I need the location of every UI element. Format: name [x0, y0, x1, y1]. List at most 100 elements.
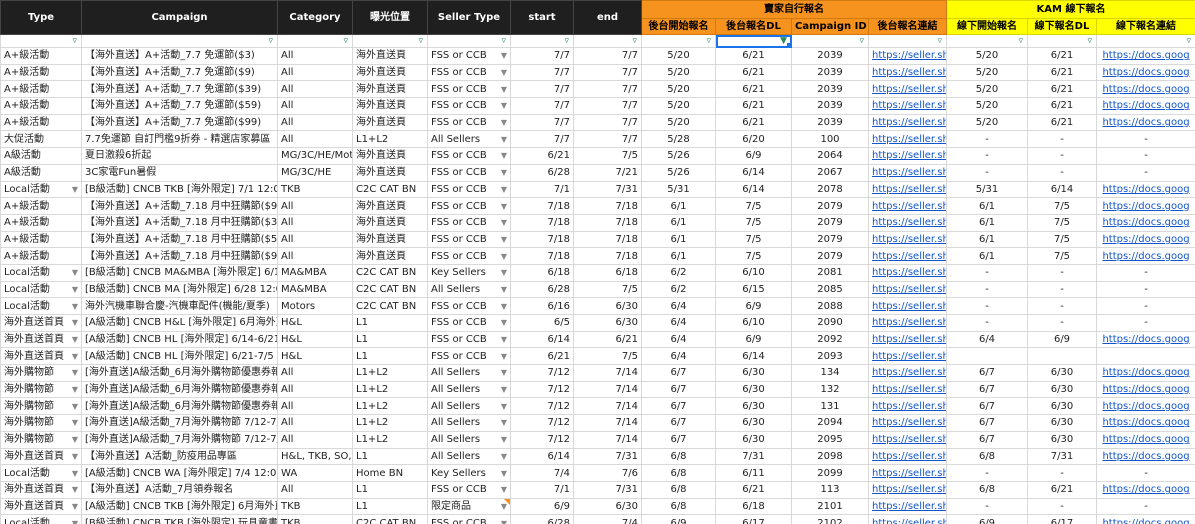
- cell-end[interactable]: 6/30: [573, 297, 642, 315]
- cell-kam-start[interactable]: 6/1: [946, 213, 1028, 232]
- cell-kam-start[interactable]: -: [946, 280, 1028, 299]
- chevron-down-icon[interactable]: ▼: [501, 299, 507, 314]
- cell-seller-link[interactable]: https://seller.sho: [868, 330, 947, 349]
- cell-campaign-id[interactable]: 2039: [791, 63, 869, 82]
- chevron-down-icon[interactable]: ▼: [72, 449, 78, 464]
- cell-seller-type[interactable]: FSS or CCB ▼: [427, 330, 511, 349]
- cell-kam-start[interactable]: -: [946, 263, 1028, 282]
- cell-campaign[interactable]: 夏日激殺6折起: [81, 147, 278, 165]
- chevron-down-icon[interactable]: ▼: [501, 182, 507, 197]
- chevron-down-icon[interactable]: ▼: [501, 315, 507, 330]
- cell-seller-type[interactable]: Key Sellers ▼: [427, 263, 511, 282]
- chevron-down-icon[interactable]: ▼: [72, 432, 78, 447]
- cell-seller-link[interactable]: https://seller.sho: [868, 113, 947, 132]
- cell-kam-start[interactable]: -: [946, 163, 1028, 182]
- cell-category[interactable]: All: [277, 247, 353, 265]
- cell-category[interactable]: MG/3C/HE: [277, 163, 353, 182]
- chevron-down-icon[interactable]: ▼: [501, 265, 507, 280]
- header-campaign-id[interactable]: Campaign ID: [791, 18, 869, 35]
- cell-kam-start[interactable]: 6/1: [946, 247, 1028, 265]
- cell-seller-type[interactable]: FSS or CCB ▼: [427, 480, 511, 499]
- cell-campaign-id[interactable]: 2090: [791, 314, 869, 332]
- cell-category[interactable]: All: [277, 47, 353, 65]
- cell-kam-link[interactable]: https://docs.goog: [1095, 430, 1195, 449]
- cell-kam-dl[interactable]: 6/17: [1027, 514, 1097, 524]
- cell-category[interactable]: Motors: [277, 297, 353, 315]
- cell-category[interactable]: TKB: [277, 180, 353, 199]
- chevron-down-icon[interactable]: ▼: [501, 516, 507, 524]
- header-kam-dl[interactable]: 線下報名DL: [1027, 18, 1097, 35]
- selection-handle[interactable]: [787, 43, 791, 47]
- cell-seller-dl[interactable]: 6/9: [715, 297, 792, 315]
- cell-start[interactable]: 7/12: [510, 414, 574, 432]
- header-kam-link[interactable]: 線下報名連結: [1095, 18, 1195, 35]
- cell-campaign-id[interactable]: 2095: [791, 430, 869, 449]
- cell-start[interactable]: 7/1: [510, 180, 574, 199]
- cell-seller-start[interactable]: 6/8: [641, 497, 716, 516]
- cell-end[interactable]: 7/18: [573, 213, 642, 232]
- cell-category[interactable]: H&L: [277, 330, 353, 349]
- cell-campaign[interactable]: [海外直送]A級活動_6月海外購物節優惠券報名: [81, 364, 278, 382]
- chevron-down-icon[interactable]: ▼: [501, 132, 507, 147]
- cell-type[interactable]: Local活動 ▼: [0, 464, 82, 482]
- cell-kam-dl[interactable]: 6/30: [1027, 430, 1097, 449]
- cell-seller-type[interactable]: FSS or CCB ▼: [427, 213, 511, 232]
- cell-seller-type[interactable]: FSS or CCB ▼: [427, 97, 511, 115]
- cell-seller-start[interactable]: 6/1: [641, 230, 716, 249]
- cell-seller-dl[interactable]: 6/30: [715, 414, 792, 432]
- cell-seller-link[interactable]: https://seller.sho: [868, 397, 947, 416]
- cell-end[interactable]: 7/31: [573, 180, 642, 199]
- cell-kam-link[interactable]: https://docs.goog: [1095, 213, 1195, 232]
- cell-kam-link[interactable]: https://docs.goog: [1095, 397, 1195, 416]
- cell-seller-type[interactable]: 限定商品 ▼: [427, 497, 511, 516]
- cell-end[interactable]: 7/5: [573, 280, 642, 299]
- cell-start[interactable]: 7/1: [510, 480, 574, 499]
- cell-seller-type[interactable]: FSS or CCB ▼: [427, 347, 511, 366]
- cell-kam-dl[interactable]: -: [1027, 297, 1097, 315]
- funnel-icon[interactable]: ▿: [1095, 34, 1195, 48]
- chevron-down-icon[interactable]: ▼: [501, 482, 507, 497]
- cell-campaign[interactable]: [海外直送]A級活動_7月海外購物節 7/12-7/14: [81, 414, 278, 432]
- cell-campaign[interactable]: [海外直送]A級活動_6月海外購物節優惠券報名: [81, 380, 278, 399]
- cell-kam-dl[interactable]: -: [1027, 147, 1097, 165]
- comment-marker-icon[interactable]: [504, 499, 510, 505]
- cell-campaign[interactable]: 3C家電Fun暑假: [81, 163, 278, 182]
- cell-end[interactable]: 7/5: [573, 147, 642, 165]
- cell-seller-dl[interactable]: 6/14: [715, 347, 792, 366]
- funnel-icon[interactable]: ▿: [868, 34, 947, 48]
- cell-start[interactable]: 7/7: [510, 113, 574, 132]
- cell-type[interactable]: Local活動 ▼: [0, 514, 82, 524]
- cell-kam-start[interactable]: 5/20: [946, 47, 1028, 65]
- cell-kam-link[interactable]: -: [1095, 130, 1195, 149]
- funnel-icon[interactable]: ▿: [1027, 34, 1097, 48]
- cell-start[interactable]: 7/12: [510, 380, 574, 399]
- chevron-down-icon[interactable]: ▼: [72, 182, 78, 197]
- cell-category[interactable]: H&L: [277, 314, 353, 332]
- cell-seller-type[interactable]: FSS or CCB ▼: [427, 163, 511, 182]
- cell-kam-dl[interactable]: 6/21: [1027, 113, 1097, 132]
- cell-seller-start[interactable]: 6/7: [641, 414, 716, 432]
- cell-exposure[interactable]: L1: [352, 447, 428, 466]
- cell-seller-type[interactable]: FSS or CCB ▼: [427, 180, 511, 199]
- cell-seller-dl[interactable]: 6/30: [715, 397, 792, 416]
- cell-end[interactable]: 7/7: [573, 130, 642, 149]
- cell-kam-start[interactable]: 6/7: [946, 414, 1028, 432]
- cell-end[interactable]: 7/5: [573, 347, 642, 366]
- cell-start[interactable]: 7/7: [510, 47, 574, 65]
- cell-kam-dl[interactable]: 6/21: [1027, 63, 1097, 82]
- cell-seller-start[interactable]: 5/20: [641, 80, 716, 99]
- cell-seller-dl[interactable]: 6/21: [715, 480, 792, 499]
- cell-kam-dl[interactable]: -: [1027, 263, 1097, 282]
- cell-seller-link[interactable]: https://seller.sho: [868, 197, 947, 215]
- cell-start[interactable]: 6/14: [510, 330, 574, 349]
- cell-category[interactable]: All: [277, 113, 353, 132]
- chevron-down-icon[interactable]: ▼: [501, 149, 507, 164]
- cell-kam-dl[interactable]: -: [1027, 163, 1097, 182]
- header-start[interactable]: start: [510, 0, 574, 35]
- cell-exposure[interactable]: 海外直送頁: [352, 63, 428, 82]
- cell-end[interactable]: 7/14: [573, 430, 642, 449]
- cell-type[interactable]: 海外直送首頁 ▼: [0, 347, 82, 366]
- cell-kam-link[interactable]: -: [1095, 314, 1195, 332]
- chevron-down-icon[interactable]: ▼: [501, 416, 507, 431]
- header-kam-group[interactable]: KAM 線下報名: [945, 0, 1195, 19]
